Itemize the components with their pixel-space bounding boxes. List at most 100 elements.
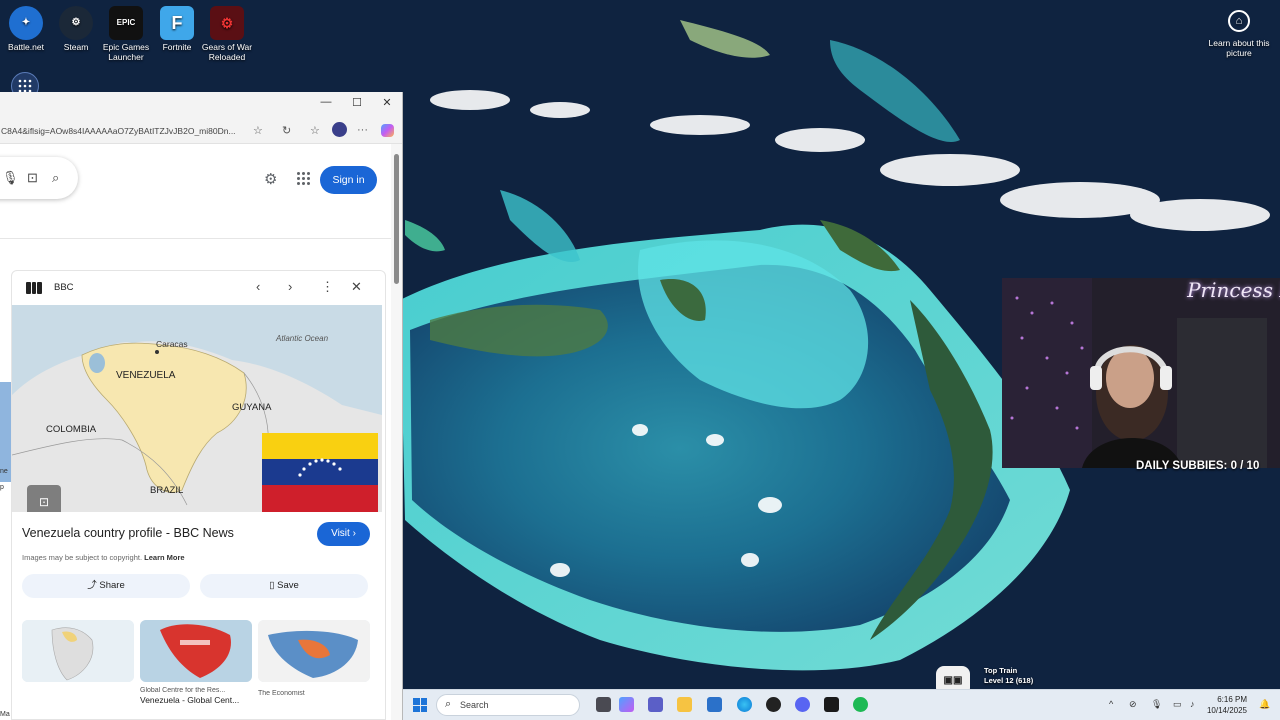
file-explorer-icon[interactable] <box>677 697 692 712</box>
discord-icon[interactable] <box>795 697 810 712</box>
tray-mic-icon[interactable]: 🎙 <box>1151 699 1162 710</box>
map-label-venezuela: VENEZUELA <box>116 370 176 381</box>
network-icon[interactable]: ▭ <box>1173 699 1182 710</box>
close-panel-icon[interactable]: ✕ <box>351 279 362 295</box>
search-box[interactable]: 🎙 ⊡ ⌕ <box>0 157 78 199</box>
learn-more-link[interactable]: Learn More <box>144 553 184 562</box>
favorite-star-icon[interactable]: ☆ <box>253 124 263 137</box>
related-image-card[interactable]: The Economist <box>258 620 370 719</box>
app-icon[interactable] <box>824 697 839 712</box>
panel-header: BBC ‹ › ⋮ ✕ <box>12 271 385 305</box>
address-bar: C8A4&iflsig=AOw8s4IAAAAAaO7ZyBAtITZJvJB2… <box>0 118 402 144</box>
scrollbar-thumb[interactable] <box>394 154 399 284</box>
search-placeholder: Search <box>460 700 489 710</box>
settings-gear-icon[interactable]: ⚙ <box>264 170 277 188</box>
top-train-level: Level 12 (618) <box>984 676 1034 685</box>
previous-icon[interactable]: ‹ <box>256 279 260 294</box>
visual-search-icon[interactable]: ⊡ <box>27 485 61 512</box>
desktop-icon-battlenet[interactable]: ✦ Battle.net <box>0 6 52 52</box>
stream-title: Princess Po <box>1187 278 1280 302</box>
spotlight-icon: ⌂ <box>1228 10 1250 32</box>
volume-icon[interactable]: ♪ <box>1190 699 1195 709</box>
profile-avatar[interactable] <box>332 122 347 137</box>
next-icon[interactable]: › <box>288 279 292 294</box>
obs-icon[interactable] <box>766 697 781 712</box>
close-window-icon[interactable]: ✕ <box>377 96 397 109</box>
tray-overflow-icon[interactable]: ^ <box>1109 699 1113 709</box>
related-image-card[interactable]: Global Centre for the Res... Venezuela -… <box>140 620 252 719</box>
save-button[interactable]: ▯ Save <box>200 574 368 598</box>
partial-text: p <box>0 484 4 491</box>
taskbar: ⌕ Search ^ ⊘ 🎙 ▭ ♪ 6:16 PM 10/14/2025 🔔 <box>403 689 1280 720</box>
partial-text: Ma <box>0 711 10 718</box>
learn-about-label: Learn about this picture <box>1208 38 1270 58</box>
tray-app-icon[interactable]: ⊘ <box>1129 699 1137 710</box>
image-source: Global Centre for the Res... <box>140 687 226 694</box>
gears-of-war-icon: ⚙ <box>210 6 244 40</box>
save-label: Save <box>277 580 299 591</box>
search-icon: ⌕ <box>445 698 452 710</box>
daily-subbies-counter: DAILY SUBBIES: 0 / 10 <box>1136 460 1260 472</box>
image-caption[interactable]: Venezuela country profile - BBC News <box>22 526 234 540</box>
related-image <box>140 620 252 682</box>
partial-text: ne <box>0 468 8 475</box>
more-menu-icon[interactable]: ··· <box>357 124 368 136</box>
map-label-colombia: COLOMBIA <box>46 424 97 435</box>
favorites-icon[interactable]: ☆ <box>310 124 320 137</box>
url-field[interactable]: C8A4&iflsig=AOw8s4IAAAAAaO7ZyBAtITZJvJB2… <box>0 122 248 141</box>
image-title: Venezuela - Global Cent... <box>140 695 240 705</box>
epic-games-icon: EPIC <box>109 6 143 40</box>
desktop-icon-label: Fortnite <box>162 42 192 52</box>
more-options-icon[interactable]: ⋮ <box>321 279 334 295</box>
minimize-icon[interactable]: — <box>316 96 336 108</box>
task-view-icon[interactable] <box>596 697 611 712</box>
related-image-card[interactable] <box>22 620 134 719</box>
maximize-icon[interactable]: ☐ <box>347 96 367 109</box>
image-preview-panel: BBC ‹ › ⋮ ✕ Caracas Atlantic Ocean VENEZ… <box>11 270 386 720</box>
clock-time: 6:16 PM <box>1217 695 1247 704</box>
store-icon[interactable] <box>707 697 722 712</box>
page-scrollbar[interactable] <box>391 144 402 720</box>
lens-icon[interactable]: ⊡ <box>27 170 38 186</box>
copyright-text: Images may be subject to copyright. <box>22 553 143 562</box>
sign-in-button[interactable]: Sign in <box>320 166 377 194</box>
share-icon: ⤴ <box>87 580 97 591</box>
related-image <box>258 620 370 682</box>
venezuela-map-image[interactable]: Caracas Atlantic Ocean VENEZUELA GUYANA … <box>12 305 382 512</box>
copilot-icon[interactable] <box>381 124 394 137</box>
edge-icon[interactable] <box>737 697 752 712</box>
header-divider <box>0 238 392 239</box>
image-source: The Economist <box>258 690 305 697</box>
desktop-icon-epic[interactable]: EPIC Epic Games Launcher <box>100 6 152 62</box>
title-bar[interactable]: — ☐ ✕ <box>0 92 402 118</box>
learn-about-picture[interactable]: ⌂ Learn about this picture <box>1208 10 1270 58</box>
copilot-taskbar-icon[interactable] <box>619 697 634 712</box>
google-apps-icon[interactable] <box>297 172 311 186</box>
spotify-icon[interactable] <box>853 697 868 712</box>
refresh-icon[interactable]: ↻ <box>282 124 291 137</box>
related-image <box>22 620 134 682</box>
microphone-icon[interactable]: 🎙 <box>2 170 19 186</box>
taskbar-clock[interactable]: 6:16 PM 10/14/2025 <box>1207 694 1247 716</box>
bookmark-icon: ▯ <box>269 580 275 591</box>
desktop-icon-label: Gears of War Reloaded <box>201 42 253 62</box>
left-results-strip: ne p Ma p <box>0 382 11 720</box>
clock-date: 10/14/2025 <box>1206 706 1247 715</box>
desktop-icon-label: Epic Games Launcher <box>102 42 150 62</box>
taskbar-search[interactable]: ⌕ Search <box>436 694 580 716</box>
visit-button[interactable]: Visit › <box>317 522 370 546</box>
search-icon[interactable]: ⌕ <box>52 170 59 186</box>
webcam-image <box>1002 278 1280 468</box>
share-label: Share <box>99 580 125 591</box>
desktop-icon-gears[interactable]: ⚙ Gears of War Reloaded <box>201 6 253 62</box>
map-label-atlantic: Atlantic Ocean <box>275 334 329 343</box>
visit-label: Visit <box>331 528 350 539</box>
teams-icon[interactable] <box>648 697 663 712</box>
notification-bell-icon[interactable]: 🔔 <box>1259 699 1270 710</box>
desktop-icon-fortnite[interactable]: F Fortnite <box>151 6 203 52</box>
start-windows-icon[interactable] <box>413 698 427 712</box>
map-label-brazil: BRAZIL <box>150 485 183 496</box>
desktop-icon-steam[interactable]: ⚙ Steam <box>50 6 102 52</box>
search-results-page: 🎙 ⊡ ⌕ ⚙ Sign in ne p Ma p BBC ‹ › ⋮ <box>0 144 392 720</box>
share-button[interactable]: ⤴ Share <box>22 574 190 598</box>
